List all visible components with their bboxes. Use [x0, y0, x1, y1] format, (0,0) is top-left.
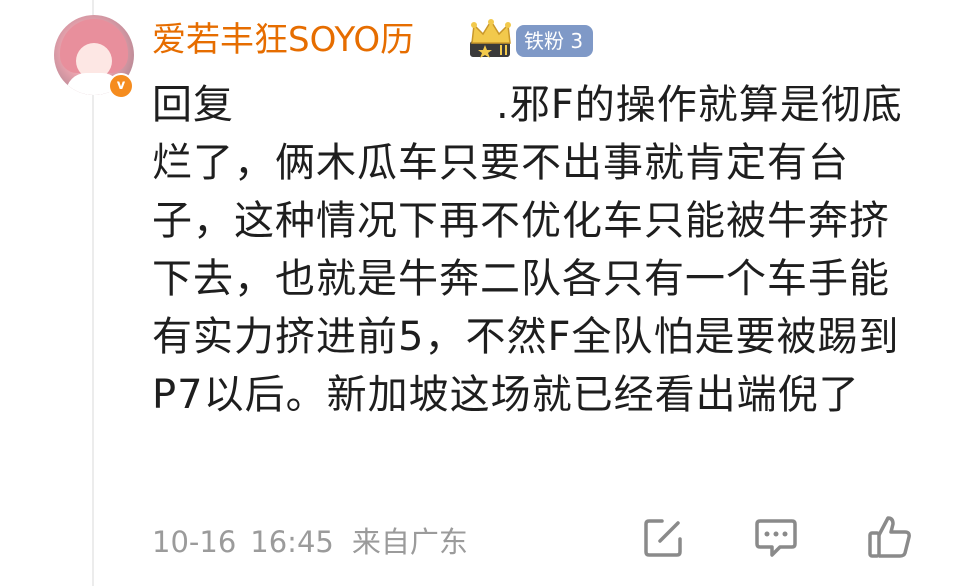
comment-icon	[755, 519, 797, 557]
comment-meta: 10-16 16:45 来自广东	[152, 522, 468, 562]
like-button[interactable]	[866, 513, 914, 561]
thumbs-up-icon	[868, 516, 911, 558]
username[interactable]: 爱若丰狂SOYO历	[152, 16, 414, 64]
comment-button[interactable]	[752, 513, 800, 561]
verified-v-icon: v	[108, 73, 134, 99]
crown-badge-icon[interactable]	[466, 19, 516, 61]
edit-button[interactable]	[640, 513, 688, 561]
reply-prefix: 回复	[152, 82, 234, 128]
reply-mention[interactable]	[234, 87, 496, 127]
comment-time: 16:45	[250, 525, 334, 559]
comment-source: 来自广东	[351, 525, 468, 559]
comment-body: 回复 .邪F的操作就算是彻底烂了，俩木瓜车只要不出事就肯定有台子，这种情况下再不优…	[152, 76, 922, 424]
comment-date: 10-16	[152, 525, 237, 559]
avatar-wrap[interactable]: v	[54, 15, 134, 99]
fan-badge[interactable]: 铁粉 3	[516, 25, 594, 57]
comment-card: v 爱若丰狂SOYO历 铁粉 3 回复 .邪F的操作就算是彻底烂了，俩木瓜车只要不…	[0, 0, 960, 586]
comment-text: .邪F的操作就算是彻底烂了，俩木瓜车只要不出事就肯定有台子，这种情况下再不优化车…	[152, 82, 903, 418]
edit-icon	[644, 519, 682, 557]
